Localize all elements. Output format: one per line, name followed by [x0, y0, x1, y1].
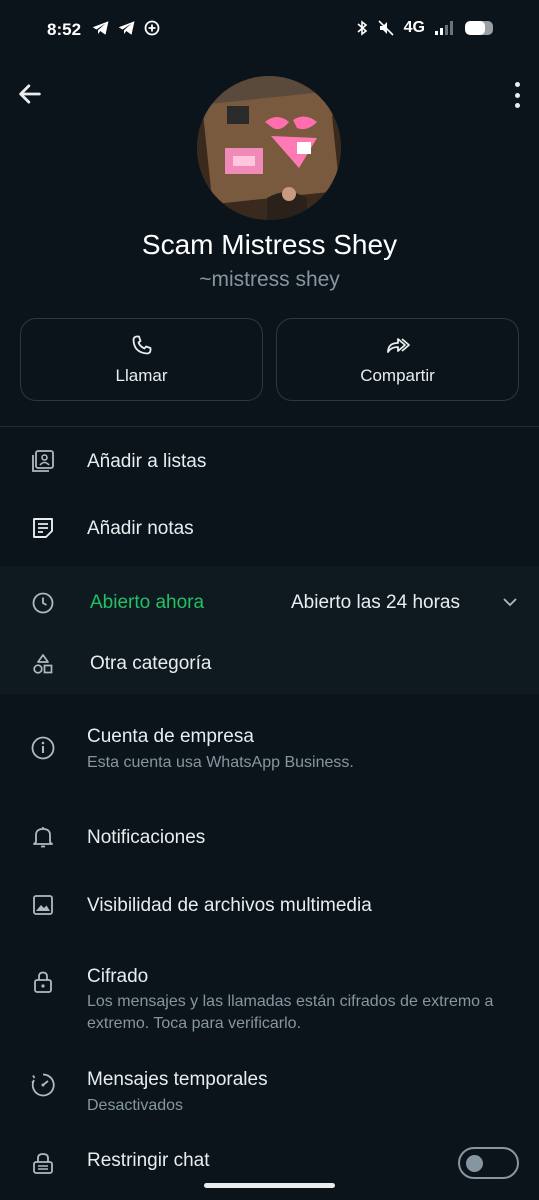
- call-button[interactable]: Llamar: [20, 318, 263, 401]
- add-circle-icon: [144, 20, 160, 36]
- more-options-icon[interactable]: [511, 82, 523, 108]
- toggle-knob: [466, 1155, 483, 1172]
- call-label: Llamar: [115, 366, 168, 385]
- status-right-icons: 4G: [356, 19, 493, 37]
- battery-level-fill: [465, 21, 485, 35]
- business-hours[interactable]: Abierto las 24 horas: [291, 592, 460, 614]
- business-info-section: [0, 566, 539, 694]
- disappearing-messages-subtitle: Desactivados: [87, 1097, 184, 1114]
- restrict-chat-toggle[interactable]: [458, 1147, 519, 1179]
- restrict-chat-icon: [30, 1150, 56, 1176]
- encryption-title[interactable]: Cifrado: [87, 966, 148, 988]
- telegram-icon: [92, 20, 110, 36]
- notes-icon: [30, 515, 56, 541]
- disappearing-messages-title[interactable]: Mensajes temporales: [87, 1069, 268, 1091]
- open-status: Abierto ahora: [90, 592, 205, 613]
- share-label: Compartir: [360, 366, 435, 385]
- divider: [0, 426, 539, 427]
- back-arrow-icon[interactable]: [16, 80, 44, 108]
- phone-icon: [130, 333, 154, 357]
- encryption-subtitle: Los mensajes y las llamadas están cifrad…: [87, 993, 494, 1032]
- business-account-subtitle: Esta cuenta usa WhatsApp Business.: [87, 754, 354, 771]
- restrict-chat-title[interactable]: Restringir chat: [87, 1150, 210, 1172]
- share-forward-icon: [385, 333, 411, 357]
- image-icon: [30, 892, 56, 918]
- business-account-title[interactable]: Cuenta de empresa: [87, 726, 254, 748]
- status-time: 8:52: [47, 20, 82, 39]
- avatar[interactable]: [197, 76, 341, 220]
- network-type: 4G: [403, 19, 425, 36]
- battery-icon: [465, 21, 493, 35]
- bluetooth-icon: [356, 20, 368, 36]
- add-to-lists-item[interactable]: Añadir a listas: [87, 451, 206, 473]
- clock-icon: [30, 590, 56, 616]
- signal-icon: [435, 21, 455, 35]
- profile-subtitle: ~mistress shey: [199, 268, 340, 291]
- profile-name: Scam Mistress Shey: [141, 229, 398, 260]
- add-notes-item[interactable]: Añadir notas: [87, 518, 194, 540]
- lists-icon: [30, 448, 56, 474]
- info-icon: [30, 735, 56, 761]
- bell-icon: [30, 824, 56, 850]
- mute-icon: [378, 20, 394, 36]
- business-category: Otra categoría: [90, 653, 212, 674]
- timer-icon: [30, 1072, 56, 1098]
- media-visibility-item[interactable]: Visibilidad de archivos multimedia: [87, 895, 372, 917]
- status-left-icons: [92, 20, 160, 36]
- chevron-down-icon[interactable]: [500, 592, 520, 612]
- notifications-item[interactable]: Notificaciones: [87, 827, 205, 849]
- lock-icon: [30, 969, 56, 995]
- category-shapes-icon: [30, 651, 56, 677]
- telegram-icon: [118, 20, 136, 36]
- share-button[interactable]: Compartir: [276, 318, 519, 401]
- home-indicator[interactable]: [204, 1183, 335, 1188]
